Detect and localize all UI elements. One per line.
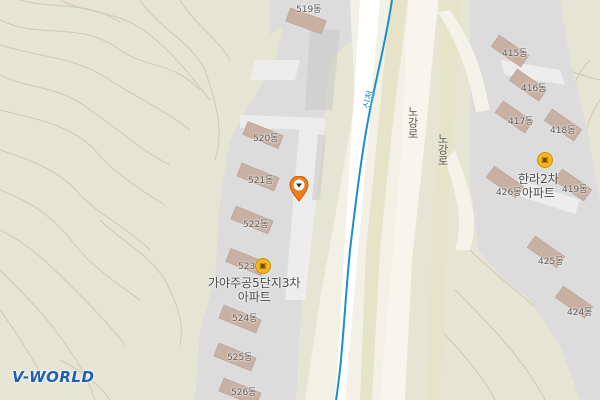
complex-label-gaya[interactable]: 가야주공5단지3차 아파트: [208, 276, 301, 304]
building-label: 416동: [521, 84, 547, 94]
complex-label-halla[interactable]: 한라2차 아파트: [518, 172, 559, 200]
road-label-noganro-1: 노강로: [406, 106, 419, 139]
building-label: 520동: [253, 134, 279, 144]
building-label: 425동: [538, 257, 564, 267]
building-label: 525동: [227, 353, 253, 363]
complex-name-line1: 가야주공5단지3차: [208, 276, 301, 290]
building-label: 526동: [231, 388, 257, 398]
building-label: 415동: [502, 49, 528, 59]
building-label: 424동: [567, 308, 593, 318]
building-label: 522동: [243, 220, 269, 230]
apartment-icon[interactable]: ▣: [255, 258, 271, 274]
building-label: 519동: [296, 5, 322, 15]
map-canvas[interactable]: 노강로 노강로 신천 519동 520동 521동 522동 523동 524동…: [0, 0, 600, 400]
complex-name-line2: 아파트: [521, 186, 555, 200]
building-label: 417동: [508, 117, 534, 127]
building-label: 419동: [562, 185, 588, 195]
vworld-logo[interactable]: V-WORLD: [12, 368, 94, 386]
building-label: 524동: [232, 314, 258, 324]
complex-name-line2: 아파트: [237, 290, 271, 304]
road-label-noganro-2: 노강로: [436, 133, 449, 166]
complex-name-line1: 한라2차: [518, 172, 559, 186]
apartment-icon[interactable]: ▣: [537, 152, 553, 168]
building-label: 418동: [550, 126, 576, 136]
location-pin-icon[interactable]: [289, 176, 309, 202]
building-label: 521동: [248, 176, 274, 186]
